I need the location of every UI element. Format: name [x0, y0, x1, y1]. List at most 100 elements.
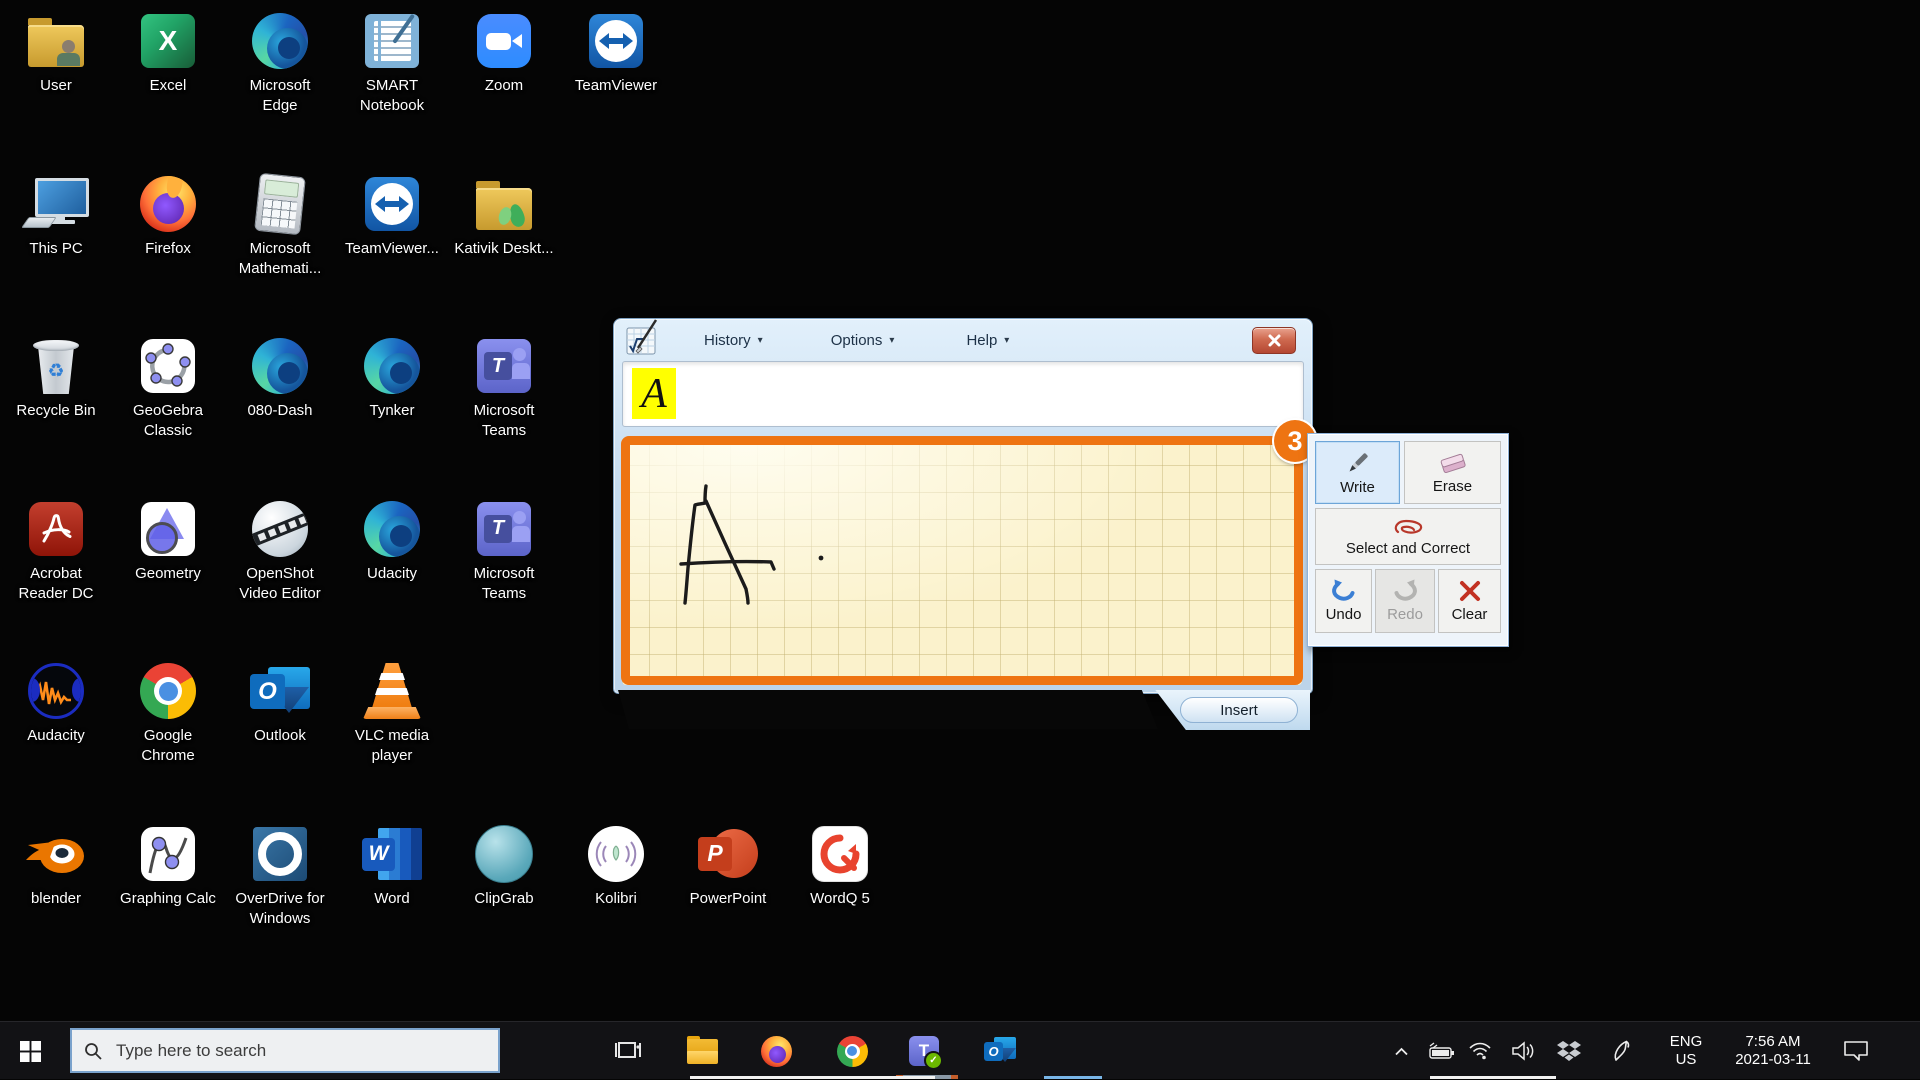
chevron-down-icon: ▾	[758, 335, 763, 346]
desktop-icon-kativik-deskt[interactable]: Kativik Deskt...	[454, 173, 554, 259]
recognition-preview: A	[622, 361, 1304, 427]
audacity-icon	[25, 660, 87, 722]
clear-button[interactable]: Clear	[1438, 569, 1501, 633]
window-shadow	[618, 690, 1158, 729]
overdrive-icon	[249, 823, 311, 885]
ms-math-icon	[249, 173, 311, 235]
titlebar[interactable]: History ▾ Options ▾ Help ▾	[614, 319, 1312, 361]
teams-icon: T	[473, 498, 535, 560]
teams-taskbar-button[interactable]: T ✓	[900, 1022, 948, 1080]
menu-history[interactable]: History ▾	[696, 328, 771, 353]
redo-button[interactable]: Redo	[1375, 569, 1435, 633]
kativik-folder-icon	[473, 173, 535, 235]
menu-help[interactable]: Help ▾	[958, 328, 1017, 353]
search-input[interactable]	[114, 1040, 448, 1062]
desktop-icon-excel[interactable]: XExcel	[118, 10, 218, 96]
desktop-icon-firefox[interactable]: Firefox	[118, 173, 218, 259]
wifi-tray-button[interactable]	[1462, 1022, 1498, 1080]
select-and-correct-button[interactable]: Select and Correct	[1315, 508, 1501, 565]
desktop-icon-teamviewer[interactable]: TeamViewer	[566, 10, 666, 96]
desktop-icon-this-pc[interactable]: This PC	[6, 173, 106, 259]
desktop-icon-microsoft-edge[interactable]: Microsoft Edge	[230, 10, 330, 116]
desktop-icon-openshot-video-editor[interactable]: OpenShot Video Editor	[230, 498, 330, 604]
desktop-icon-kolibri[interactable]: Kolibri	[566, 823, 666, 909]
lasso-icon	[1391, 517, 1425, 537]
desktop-icon-acrobat-reader-dc[interactable]: Acrobat Reader DC	[6, 498, 106, 604]
erase-tool-button[interactable]: Erase	[1404, 441, 1501, 504]
battery-tray-button[interactable]	[1424, 1022, 1458, 1080]
desktop-icon-recycle-bin[interactable]: ♻Recycle Bin	[6, 335, 106, 421]
desktop-icon-user[interactable]: User	[6, 10, 106, 96]
insert-button[interactable]: Insert	[1180, 697, 1298, 723]
desktop-icon-powerpoint[interactable]: PPowerPoint	[678, 823, 778, 909]
desktop-icon-label: Audacity	[6, 726, 106, 746]
desktop-icon-label: User	[6, 76, 106, 96]
desktop-icon-label: Word	[342, 889, 442, 909]
outlook-taskbar-button[interactable]: O	[976, 1022, 1024, 1080]
close-button[interactable]	[1252, 327, 1296, 354]
desktop-icon-label: PowerPoint	[678, 889, 778, 909]
desktop-icon-label: GeoGebra Classic	[118, 401, 218, 441]
chrome-taskbar-button[interactable]	[828, 1022, 876, 1080]
desktop-icon-label: OpenShot Video Editor	[230, 564, 330, 604]
desktop-icon-overdrive-for-windows[interactable]: OverDrive for Windows	[230, 823, 330, 929]
graphing-calc-icon	[137, 823, 199, 885]
desktop-icon-audacity[interactable]: Audacity	[6, 660, 106, 746]
menu-history-label: History	[704, 332, 751, 349]
windows-ink-tray-button[interactable]	[1602, 1022, 1642, 1080]
desktop-icon-clipgrab[interactable]: ClipGrab	[454, 823, 554, 909]
taskbar-search[interactable]	[70, 1028, 500, 1073]
start-button[interactable]	[0, 1022, 60, 1080]
desktop-icon-080-dash[interactable]: 080-Dash	[230, 335, 330, 421]
clock[interactable]: 7:56 AM 2021-03-11	[1718, 1022, 1828, 1080]
desktop-icon-label: Graphing Calc	[118, 889, 218, 909]
file-explorer-button[interactable]	[678, 1022, 726, 1080]
desktop-icon-vlc-media-player[interactable]: VLC media player	[342, 660, 442, 766]
desktop-icon-word[interactable]: WWord	[342, 823, 442, 909]
writing-area[interactable]	[622, 438, 1302, 685]
desktop-icon-label: Tynker	[342, 401, 442, 421]
volume-tray-button[interactable]	[1504, 1022, 1542, 1080]
wifi-icon	[1468, 1042, 1492, 1060]
desktop-icon-blender[interactable]: blender	[6, 823, 106, 909]
undo-button[interactable]: Undo	[1315, 569, 1372, 633]
desktop-icon-outlook[interactable]: OOutlook	[230, 660, 330, 746]
desktop-icon-google-chrome[interactable]: Google Chrome	[118, 660, 218, 766]
desktop-icon-microsoft-teams[interactable]: TMicrosoft Teams	[454, 335, 554, 441]
task-view-button[interactable]	[604, 1022, 652, 1080]
desktop-icon-zoom[interactable]: Zoom	[454, 10, 554, 96]
file-explorer-icon	[687, 1039, 718, 1064]
desktop-icon-teamviewer[interactable]: TeamViewer...	[342, 173, 442, 259]
desktop-icon-label: Microsoft Teams	[454, 564, 554, 604]
math-input-panel-icon	[626, 318, 660, 356]
desktop-icon-tynker[interactable]: Tynker	[342, 335, 442, 421]
menu-options[interactable]: Options ▾	[823, 328, 903, 353]
desktop-icon-geogebra-classic[interactable]: GeoGebra Classic	[118, 335, 218, 441]
desktop-icon-smart-notebook[interactable]: SMART Notebook	[342, 10, 442, 116]
desktop-icon-geometry[interactable]: Geometry	[118, 498, 218, 584]
desktop-icon-udacity[interactable]: Udacity	[342, 498, 442, 584]
openshot-icon	[249, 498, 311, 560]
action-center-button[interactable]	[1836, 1022, 1876, 1080]
taskbar: T ✓ O	[0, 1021, 1920, 1079]
desktop: { "desktop": { "icons": [ {"label":"User…	[0, 0, 1920, 1079]
tray-time: 7:56 AM	[1735, 1033, 1811, 1051]
desktop-icon-label: VLC media player	[342, 726, 442, 766]
desktop-icon-microsoft-mathemati[interactable]: Microsoft Mathemati...	[230, 173, 330, 279]
edge-icon	[249, 10, 311, 72]
desktop-icon-microsoft-teams[interactable]: TMicrosoft Teams	[454, 498, 554, 604]
desktop-icon-label: ClipGrab	[454, 889, 554, 909]
desktop-icon-label: Recycle Bin	[6, 401, 106, 421]
tray-chevron-button[interactable]	[1388, 1022, 1414, 1080]
geometry-icon	[137, 498, 199, 560]
dropbox-tray-button[interactable]	[1550, 1022, 1588, 1080]
active-app-button[interactable]	[1044, 1022, 1100, 1080]
chrome-icon	[137, 660, 199, 722]
desktop-icon-wordq-5[interactable]: WordQ 5	[790, 823, 890, 909]
desktop-icon-label: Geometry	[118, 564, 218, 584]
write-tool-button[interactable]: Write	[1315, 441, 1400, 504]
language-region: US	[1670, 1051, 1703, 1069]
language-indicator[interactable]: ENG US	[1660, 1022, 1712, 1080]
desktop-icon-graphing-calc[interactable]: Graphing Calc	[118, 823, 218, 909]
firefox-taskbar-button[interactable]	[752, 1022, 800, 1080]
